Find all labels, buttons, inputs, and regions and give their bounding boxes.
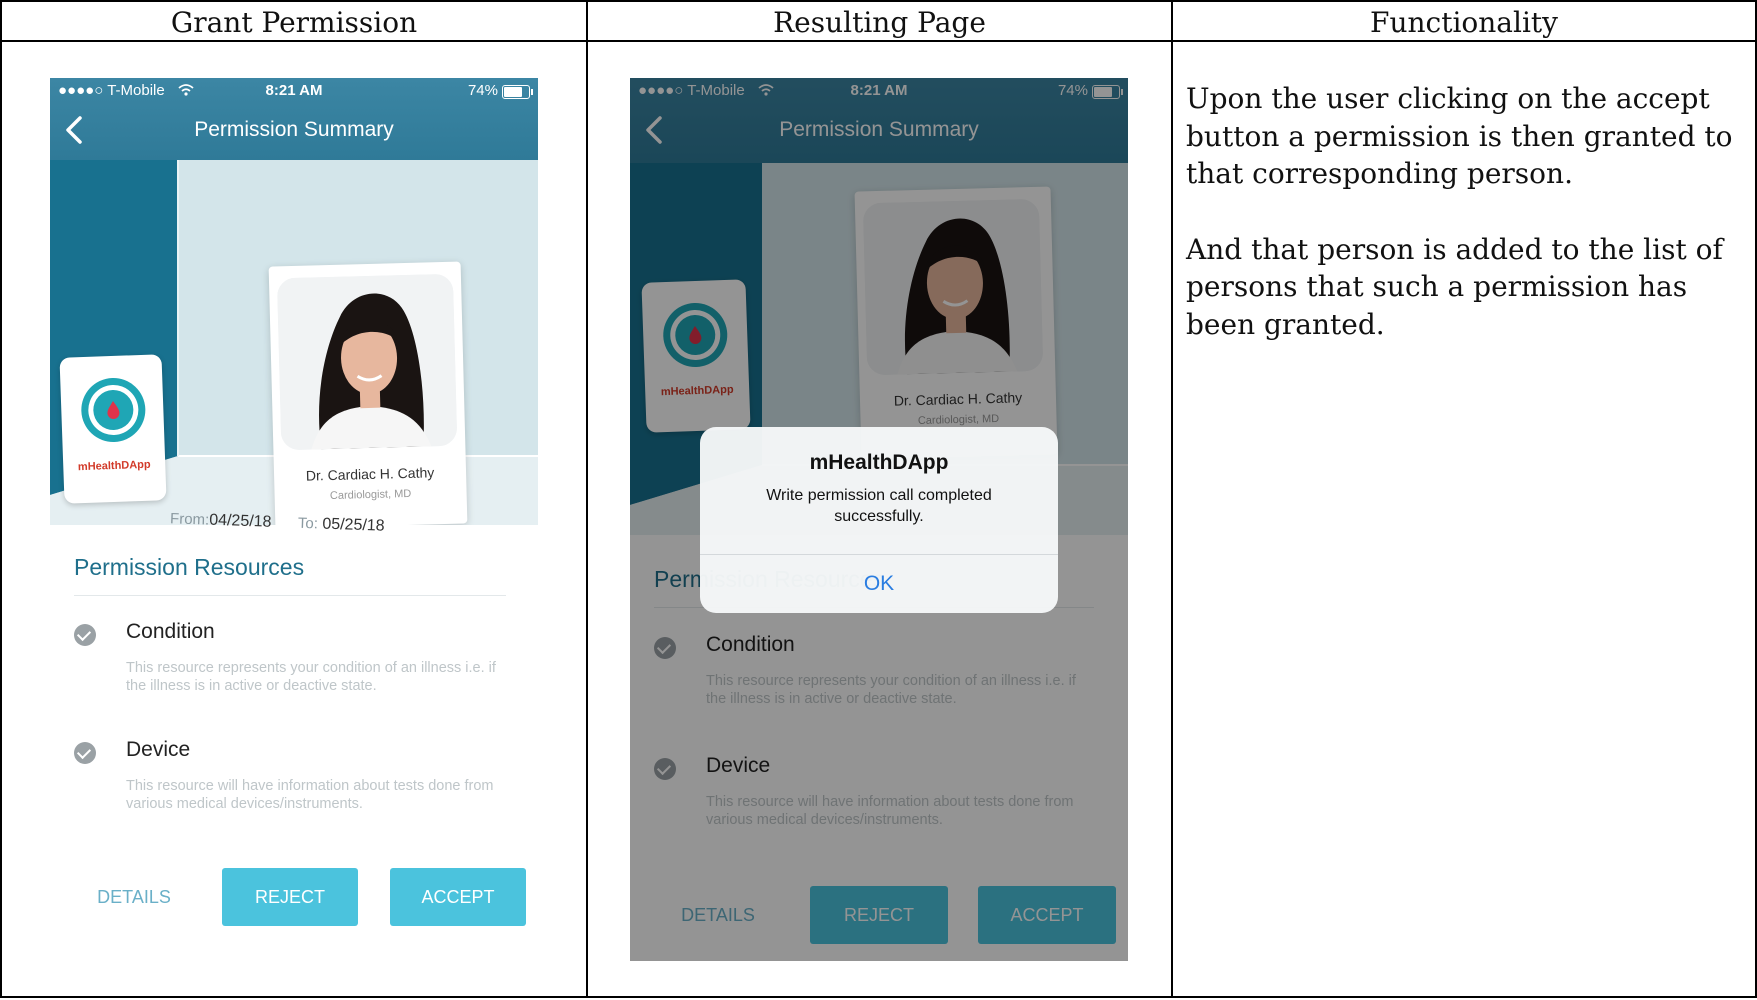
resource-description: This resource represents your condition … xyxy=(126,660,496,694)
reject-button[interactable]: REJECT xyxy=(222,868,358,926)
column-header-result: Resulting Page xyxy=(773,6,986,39)
functionality-paragraph: Upon the user clicking on the accept but… xyxy=(1186,82,1733,190)
doctor-card: Dr. Cardiac H. Cathy Cardiologist, MD xyxy=(268,261,468,525)
page-title: Permission Summary xyxy=(194,118,394,141)
from-date: 04/25/18 xyxy=(208,511,272,531)
table-top-border xyxy=(0,0,1757,2)
battery-percent: 74% xyxy=(467,82,498,99)
table-col-divider-2 xyxy=(1171,2,1173,998)
to-date: 05/25/18 xyxy=(322,515,385,535)
resource-title: Condition xyxy=(126,620,215,643)
doctor-role: Cardiologist, MD xyxy=(329,487,412,503)
phone-grant-permission: Permission Summary ●●●●○ T-Mobile 8:21 A… xyxy=(50,78,538,961)
from-label: From: xyxy=(169,510,210,529)
functionality-text: Upon the user clicking on the accept but… xyxy=(1186,80,1746,381)
divider xyxy=(74,595,506,596)
column-header-functionality: Functionality xyxy=(1370,6,1558,39)
ok-button[interactable]: OK xyxy=(700,554,1058,613)
app-logo-icon xyxy=(78,375,149,450)
accept-button[interactable]: ACCEPT xyxy=(390,868,526,926)
doctor-name: Dr. Cardiac H. Cathy xyxy=(305,464,435,484)
app-card: mHealthDApp xyxy=(59,354,167,504)
success-alert-dialog: mHealthDApp Write permission call comple… xyxy=(700,427,1058,613)
resource-title: Device xyxy=(126,738,191,761)
table-col-divider-1 xyxy=(586,2,588,998)
battery-icon xyxy=(502,85,533,99)
alert-message: Write permission call completed successf… xyxy=(766,487,992,525)
section-title: Permission Resources xyxy=(74,554,305,580)
app-name: mHealthDApp xyxy=(77,458,151,474)
details-button[interactable]: DETAILS xyxy=(74,868,194,926)
clock: 8:21 AM xyxy=(265,82,323,99)
status-bar: ●●●●○ T-Mobile 8:21 AM 74% xyxy=(50,78,538,104)
to-label: To: xyxy=(297,514,319,533)
doctor-photo xyxy=(276,273,458,451)
table-bottom-border xyxy=(0,996,1757,998)
alert-title: mHealthDApp xyxy=(809,451,949,474)
check-circle-icon xyxy=(74,742,96,764)
resource-description: This resource will have information abou… xyxy=(126,778,494,812)
phone-resulting-page: Permission Summary ●●●●○ T-Mobile 8:21 A… xyxy=(630,78,1128,961)
column-header-grant: Grant Permission xyxy=(170,6,418,39)
hero-illustration: mHealthDApp Dr. Cardiac H. Cathy Cardiol… xyxy=(50,160,538,525)
check-circle-icon xyxy=(74,624,96,646)
table-left-border xyxy=(0,2,2,998)
table-header-border xyxy=(0,40,1757,42)
functionality-paragraph: And that person is added to the list of … xyxy=(1186,232,1723,341)
